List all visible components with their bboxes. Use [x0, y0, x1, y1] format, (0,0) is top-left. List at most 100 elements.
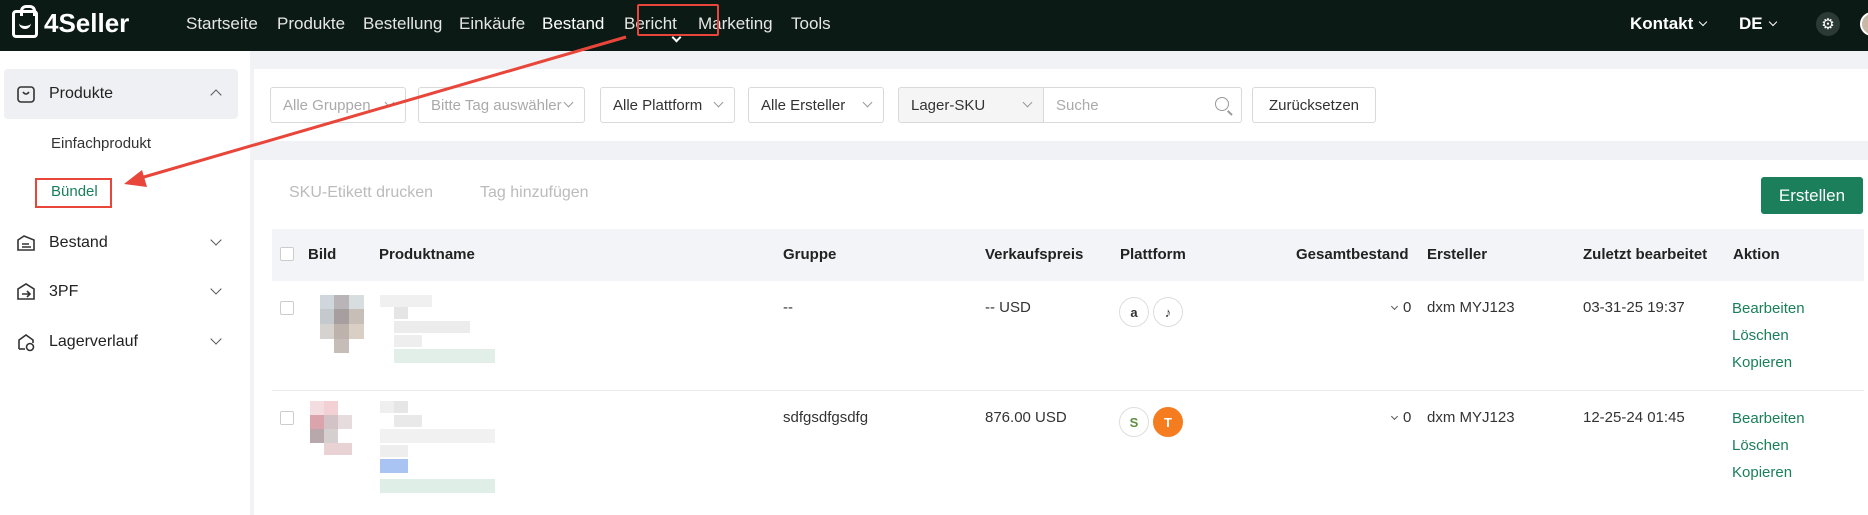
column-header-bild: Bild: [308, 246, 337, 263]
annotation-highlight-buendel: [35, 178, 112, 208]
column-header-ersteller: Ersteller: [1427, 246, 1488, 263]
chevron-down-icon: [1699, 17, 1708, 27]
edit-link[interactable]: Bearbeiten: [1732, 410, 1805, 427]
contact-label: Kontakt: [1630, 14, 1694, 33]
nav-item-bestellung[interactable]: Bestellung: [363, 14, 442, 34]
product-thumbnail: [310, 401, 364, 461]
sidebar-label-bestand[interactable]: Bestand: [49, 234, 108, 252]
table-row: -- -- USD a ♪ 0 dxm MYJ123 03-31-25 19:3…: [272, 281, 1864, 391]
group-cell: --: [783, 299, 793, 316]
chevron-down-icon: [713, 97, 724, 108]
sidebar-label-3pf[interactable]: 3PF: [49, 283, 78, 301]
price-cell: 876.00 USD: [985, 409, 1067, 426]
shopping-bag-icon: [12, 4, 38, 38]
nav-item-produkte[interactable]: Produkte: [277, 14, 345, 34]
contact-menu[interactable]: Kontakt: [1630, 14, 1708, 34]
column-header-zuletzt-bearbeitet: Zuletzt bearbeitet: [1583, 246, 1708, 263]
copy-link[interactable]: Kopieren: [1732, 464, 1792, 481]
sidebar-label-lagerverlauf[interactable]: Lagerverlauf: [49, 333, 138, 351]
search-input[interactable]: Suche: [1043, 87, 1242, 123]
print-sku-label-button[interactable]: SKU-Etikett drucken: [289, 184, 433, 202]
blurred-image-icon: [310, 401, 352, 455]
edited-cell: 12-25-24 01:45: [1583, 409, 1685, 426]
platform-select[interactable]: Alle Plattform: [600, 87, 735, 123]
table-row: sdfgsdfgsdfg 876.00 USD S T 0 dxm MYJ123…: [272, 391, 1864, 515]
chevron-down-icon: [384, 97, 395, 108]
warehouse-icon: [17, 283, 35, 300]
creator-select[interactable]: Alle Ersteller: [748, 87, 884, 123]
nav-item-bestand[interactable]: Bestand: [542, 14, 604, 34]
delete-link[interactable]: Löschen: [1732, 327, 1789, 344]
chevron-down-icon: [862, 97, 873, 108]
sidebar-label-produkte: Produkte: [49, 85, 114, 102]
sidebar: Produkte Einfachprodukt Bündel Bestand 3…: [0, 51, 250, 515]
row-checkbox[interactable]: [280, 411, 294, 425]
sidebar-item-einfachprodukt[interactable]: Einfachprodukt: [51, 135, 151, 152]
amazon-icon: a: [1119, 297, 1149, 327]
gear-icon[interactable]: ⚙: [1816, 12, 1840, 36]
edit-link[interactable]: Bearbeiten: [1732, 300, 1805, 317]
stock-cell[interactable]: 0: [1390, 299, 1412, 316]
delete-link[interactable]: Löschen: [1732, 437, 1789, 454]
sidebar-section-produkte[interactable]: [4, 69, 238, 119]
temu-icon: T: [1153, 407, 1183, 437]
reset-button[interactable]: Zurücksetzen: [1252, 87, 1376, 123]
stock-value: 0: [1403, 299, 1412, 316]
creator-select-value: Alle Ersteller: [761, 97, 846, 114]
history-icon: [18, 334, 35, 352]
chevron-down-icon[interactable]: [210, 333, 222, 345]
chevron-down-icon: [1022, 97, 1033, 108]
group-select-placeholder: Alle Gruppen: [283, 97, 371, 114]
tag-select-placeholder: Bitte Tag auswähler: [431, 97, 562, 114]
row-checkbox[interactable]: [280, 301, 294, 315]
blurred-image-icon: [320, 295, 364, 353]
platform-select-value: Alle Plattform: [613, 97, 703, 114]
product-thumbnail: [320, 295, 364, 353]
stock-cell[interactable]: 0: [1390, 409, 1412, 426]
nav-item-startseite[interactable]: Startseite: [186, 14, 258, 34]
search-field-select[interactable]: Lager-SKU: [898, 87, 1044, 123]
tiktok-icon: ♪: [1153, 297, 1183, 327]
nav-item-tools[interactable]: Tools: [791, 14, 831, 34]
create-button[interactable]: Erstellen: [1761, 177, 1863, 214]
chevron-down-icon: [563, 97, 574, 108]
brand-logo[interactable]: 4Seller: [12, 4, 130, 39]
column-header-produktname: Produktname: [379, 246, 475, 263]
column-header-aktion: Aktion: [1733, 246, 1780, 263]
inventory-icon: [17, 235, 35, 251]
add-tag-button[interactable]: Tag hinzufügen: [480, 184, 589, 202]
tag-select[interactable]: Bitte Tag auswähler: [418, 87, 585, 123]
brand-name: 4Seller: [44, 8, 130, 38]
chevron-down-icon[interactable]: [210, 283, 222, 295]
column-header-plattform: Plattform: [1120, 246, 1186, 263]
nav-item-einkaeufe[interactable]: Einkäufe: [459, 14, 525, 34]
creator-cell: dxm MYJ123: [1427, 299, 1515, 316]
column-header-gesamtbestand: Gesamtbestand: [1296, 246, 1409, 263]
price-cell: -- USD: [985, 299, 1031, 316]
stock-value: 0: [1403, 409, 1412, 426]
table-header: Bild Produktname Gruppe Verkaufspreis Pl…: [272, 229, 1864, 281]
chevron-down-icon[interactable]: [210, 234, 222, 246]
copy-link[interactable]: Kopieren: [1732, 354, 1792, 371]
chevron-down-icon: [1768, 17, 1777, 27]
chevron-down-icon: [1390, 302, 1399, 311]
chevron-down-icon: [1390, 412, 1399, 421]
creator-cell: dxm MYJ123: [1427, 409, 1515, 426]
product-name-blurred: [380, 401, 495, 496]
search-placeholder: Suche: [1056, 97, 1099, 114]
select-all-checkbox[interactable]: [280, 247, 294, 261]
avatar[interactable]: [1860, 12, 1868, 36]
language-menu[interactable]: DE: [1739, 14, 1777, 34]
annotation-highlight-bestand: [637, 4, 719, 36]
search-icon[interactable]: [1215, 97, 1229, 111]
group-cell: sdfgsdfgsdfg: [783, 409, 869, 426]
column-header-verkaufspreis: Verkaufspreis: [985, 246, 1084, 263]
column-header-gruppe: Gruppe: [783, 246, 837, 263]
filter-bar: Alle Gruppen Bitte Tag auswähler Alle Pl…: [254, 69, 1868, 141]
product-name-blurred: [380, 295, 495, 371]
main-panel: SKU-Etikett drucken Tag hinzufügen Erste…: [254, 160, 1868, 515]
search-field-value: Lager-SKU: [911, 97, 986, 114]
top-navigation: 4Seller Startseite Produkte Bestellung E…: [0, 0, 1868, 51]
group-select[interactable]: Alle Gruppen: [270, 87, 406, 123]
product-icon: [17, 86, 35, 103]
